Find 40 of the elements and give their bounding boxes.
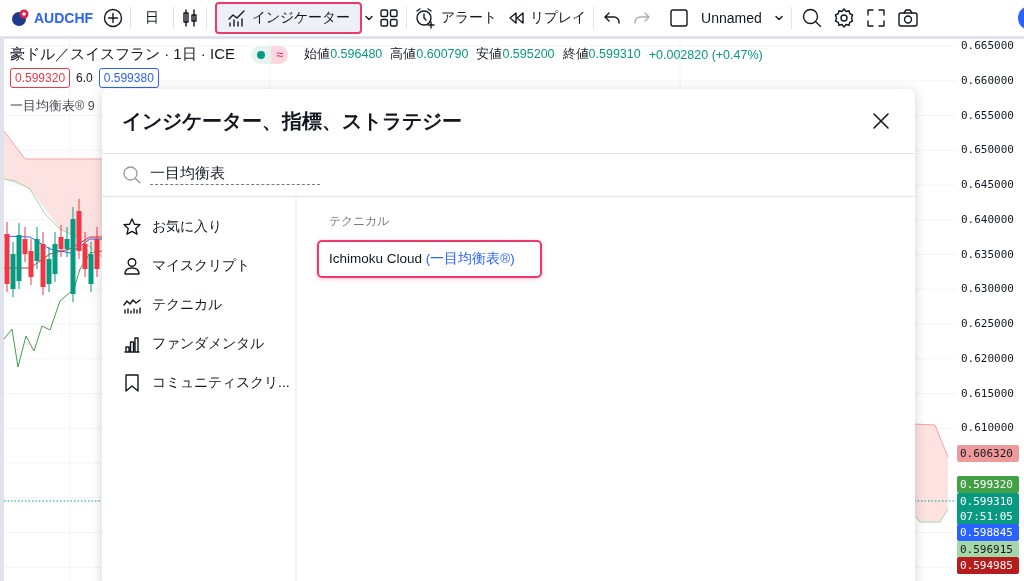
category-item[interactable]: テクニカル [102, 285, 295, 324]
indicator-result[interactable]: Ichimoku Cloud (一目均衡表®) [317, 240, 542, 278]
price-tick: 0.665000 [960, 39, 1014, 53]
price-tick: 0.625000 [960, 317, 1014, 331]
price-tick: 0.610000 [960, 421, 1014, 436]
category-item[interactable]: コミュニティスクリ... [102, 363, 295, 402]
price-label: 0.598845 [957, 524, 1019, 541]
category-item[interactable]: お気に入り [102, 207, 295, 246]
price-tick: 0.640000 [960, 212, 1014, 227]
price-tick: 0.660000 [960, 73, 1014, 88]
ohlc-value: 終値0.599310 [562, 46, 641, 63]
ask-price[interactable]: 0.599380 [98, 68, 159, 88]
price-tick: 0.655000 [960, 108, 1014, 123]
interval-button[interactable]: 日 [135, 5, 170, 31]
spread-value: 6.0 [76, 71, 93, 85]
bid-price[interactable]: 0.599320 [10, 68, 71, 88]
ohlc-value: 始値0.596480 [304, 46, 383, 63]
price-label: 0.599310 07:51:05 [957, 493, 1019, 525]
ohlc-value: 安値0.595200 [476, 46, 555, 63]
symbol-button[interactable]: AUDCHF [8, 5, 97, 31]
alert-button[interactable]: アラート [411, 3, 501, 33]
price-label: 0.594985 [957, 557, 1019, 574]
replay-button[interactable]: リプレイ [504, 5, 590, 31]
price-tick: 0.635000 [960, 247, 1014, 262]
ohlc-value: 高値0.600790 [390, 46, 469, 63]
search-field[interactable]: 一目均衡表 [150, 165, 320, 185]
price-tick: 0.650000 [960, 143, 1014, 158]
price-tick: 0.630000 [960, 282, 1014, 297]
layout-name-button[interactable]: Unnamed [698, 6, 765, 30]
price-change: +0.002820 (+0.47%) [648, 47, 763, 62]
price-tick: 0.620000 [960, 351, 1014, 366]
price-label: 0.606320 [957, 445, 1019, 462]
indicators-button[interactable]: インジケーター [215, 2, 363, 34]
category-item[interactable]: ファンダメンタル [102, 324, 295, 363]
symbol-title: 豪ドル／スイスフラン · 1日 · ICE [10, 45, 235, 64]
category-item[interactable]: マイスクリプト [102, 246, 295, 285]
price-label: 0.599320 [957, 476, 1019, 493]
section-heading: テクニカル [329, 213, 389, 230]
price-tick: 0.645000 [960, 178, 1014, 192]
price-tick: 0.615000 [960, 386, 1014, 401]
